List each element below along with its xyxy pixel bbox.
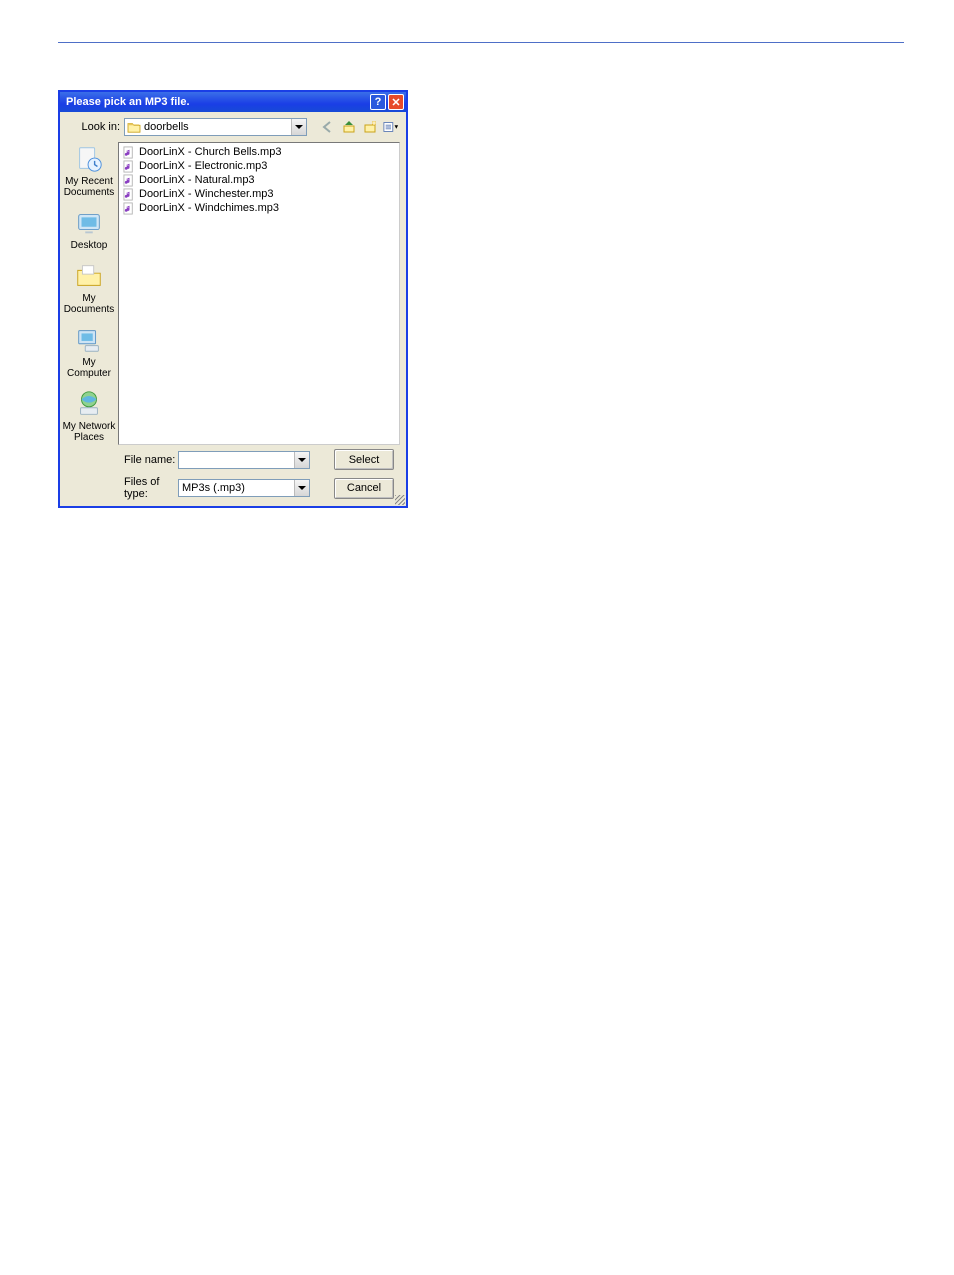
file-item[interactable]: DoorLinX - Electronic.mp3 [121,159,397,173]
my-documents-icon [74,261,104,291]
help-button[interactable]: ? [370,94,386,110]
resize-grip[interactable] [392,492,406,506]
file-name-label: File name: [124,454,178,466]
file-item[interactable]: DoorLinX - Church Bells.mp3 [121,145,397,159]
places-bar: My Recent Documents Desktop My Docu [60,140,118,445]
new-folder-icon[interactable] [361,118,379,136]
chevron-down-icon [295,125,303,129]
toolbar-icons [319,118,400,136]
audio-file-icon [123,146,136,159]
file-name-dropdown-button[interactable] [294,452,309,468]
audio-file-icon [123,188,136,201]
files-of-type-value: MP3s (.mp3) [182,482,245,494]
place-my-computer[interactable]: My Computer [61,325,117,379]
files-of-type-dropdown[interactable]: MP3s (.mp3) [178,479,310,497]
title-bar: Please pick an MP3 file. ? ✕ [60,92,406,112]
audio-file-icon [123,160,136,173]
place-label: Desktop [71,240,108,251]
file-name: DoorLinX - Electronic.mp3 [139,160,267,172]
folder-icon [127,121,141,133]
look-in-row: Look in: doorbells [60,112,406,140]
place-my-network[interactable]: My Network Places [61,389,117,443]
audio-file-icon [123,202,136,215]
file-list[interactable]: DoorLinX - Church Bells.mp3 DoorLinX - E… [118,142,400,445]
place-desktop[interactable]: Desktop [61,208,117,251]
file-open-dialog: Please pick an MP3 file. ? ✕ Look in: do… [58,90,408,508]
look-in-value: doorbells [144,121,189,133]
place-label: My Computer [61,357,117,379]
cancel-button-label: Cancel [347,482,381,494]
file-name: DoorLinX - Windchimes.mp3 [139,202,279,214]
files-of-type-label: Files of type: [124,476,178,500]
my-computer-icon [74,325,104,355]
network-places-icon [74,389,104,419]
dialog-title: Please pick an MP3 file. [66,96,368,108]
select-button-label: Select [349,454,380,466]
horizontal-rule [58,42,904,43]
select-button[interactable]: Select [334,449,394,470]
file-name: DoorLinX - Natural.mp3 [139,174,255,186]
back-icon[interactable] [319,118,337,136]
file-name-input[interactable] [178,451,310,469]
dialog-bottom: File name: Select Files of type: [60,445,406,506]
chevron-down-icon [298,458,306,462]
place-label: My Recent Documents [61,176,117,198]
dialog-body: My Recent Documents Desktop My Docu [60,140,406,445]
audio-file-icon [123,174,136,187]
file-item[interactable]: DoorLinX - Natural.mp3 [121,173,397,187]
file-name: DoorLinX - Church Bells.mp3 [139,146,281,158]
file-name: DoorLinX - Winchester.mp3 [139,188,274,200]
views-icon[interactable] [382,118,400,136]
close-button[interactable]: ✕ [388,94,404,110]
document-page: Please pick an MP3 file. ? ✕ Look in: do… [0,0,954,1275]
place-my-documents[interactable]: My Documents [61,261,117,315]
chevron-down-icon [298,486,306,490]
look-in-dropdown[interactable]: doorbells [124,118,307,136]
files-of-type-dropdown-button[interactable] [294,480,309,496]
cancel-button[interactable]: Cancel [334,478,394,499]
desktop-icon [74,208,104,238]
place-recent-documents[interactable]: My Recent Documents [61,144,117,198]
look-in-label: Look in: [66,121,124,133]
file-item[interactable]: DoorLinX - Windchimes.mp3 [121,201,397,215]
place-label: My Documents [61,293,117,315]
file-item[interactable]: DoorLinX - Winchester.mp3 [121,187,397,201]
place-label: My Network Places [61,421,117,443]
look-in-dropdown-button[interactable] [291,119,306,135]
recent-documents-icon [74,144,104,174]
up-one-level-icon[interactable] [340,118,358,136]
